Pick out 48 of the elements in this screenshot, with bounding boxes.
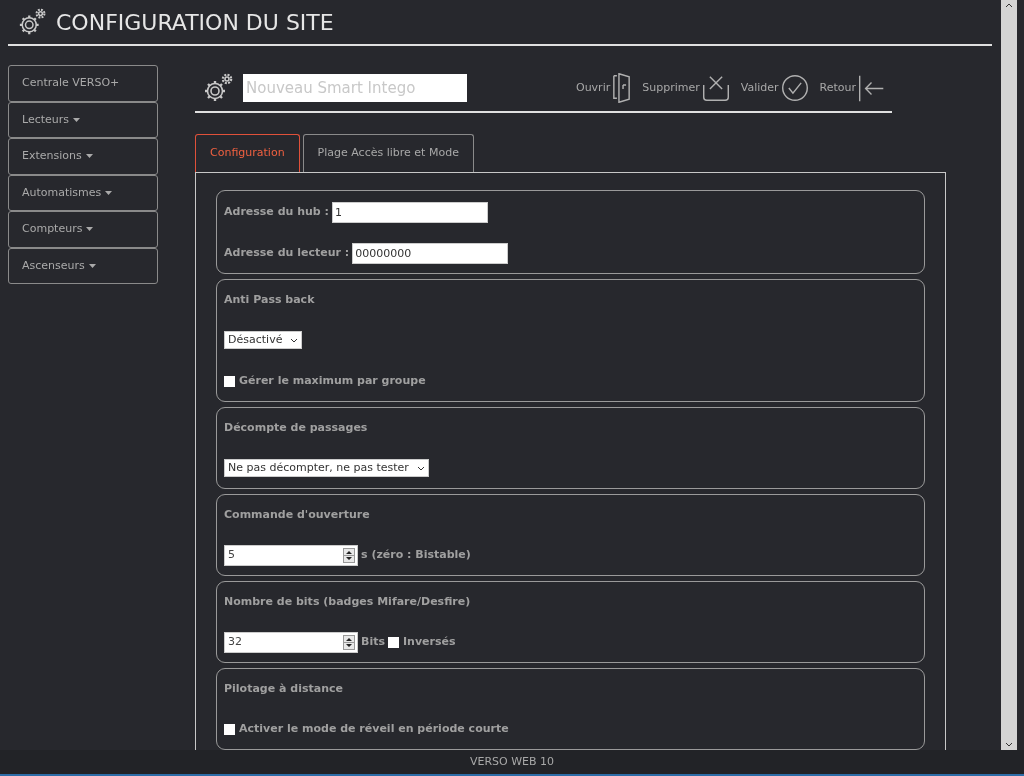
checkbox-label: Inversés — [402, 633, 456, 650]
spinner-icon — [343, 547, 355, 563]
dropdown[interactable]: Ne pas décompter, ne pas tester — [224, 459, 429, 477]
sidebar-item[interactable]: Ascenseurs — [8, 247, 158, 284]
input-field[interactable]: 1 — [331, 201, 488, 223]
toolbar-button[interactable]: Ouvrir — [575, 73, 631, 103]
delete-icon — [702, 75, 729, 101]
number-field[interactable]: 5 — [224, 544, 358, 566]
toolbar-button[interactable]: Retour — [819, 74, 884, 102]
checkbox[interactable] — [224, 375, 235, 387]
sidebar-item[interactable]: Automatismes — [8, 174, 158, 211]
number-field[interactable]: 32 — [224, 631, 358, 653]
chevron-down-icon — [290, 337, 299, 343]
spinner-icon — [343, 634, 355, 650]
dropdown[interactable]: Désactivé — [224, 331, 303, 349]
toolbar-button[interactable]: Supprimer — [642, 75, 729, 101]
page-title: CONFIGURATION DU SITE — [56, 8, 334, 37]
toolbar-button[interactable]: Valider — [740, 75, 808, 101]
section-title: Pilotage à distance — [224, 680, 344, 697]
input-field[interactable]: 00000000 — [352, 242, 509, 264]
field-label: s (zéro : Bistable) — [361, 546, 471, 563]
checkbox[interactable] — [224, 723, 235, 735]
sidebar-item[interactable]: Centrale VERSO+ — [8, 65, 158, 102]
scrollbar[interactable] — [1001, 0, 1017, 750]
sidebar-item[interactable]: Compteurs — [8, 211, 158, 248]
field-label: Bits — [361, 633, 385, 650]
tab[interactable]: Configuration — [195, 134, 300, 172]
field-label: Adresse du lecteur : — [224, 244, 350, 261]
section-title: Commande d'ouverture — [224, 506, 371, 523]
back-arrow-icon — [859, 74, 884, 102]
field-label: Adresse du hub : — [224, 203, 329, 220]
gears-icon — [203, 72, 235, 104]
tab[interactable]: Plage Accès libre et Mode — [302, 134, 474, 172]
sidebar-item[interactable]: Lecteurs — [8, 101, 158, 138]
chevron-down-icon — [1005, 742, 1013, 748]
section-title: Nombre de bits (badges Mifare/Desfire) — [224, 593, 472, 610]
chevron-down-icon — [416, 465, 425, 471]
check-circle-icon — [781, 75, 808, 101]
checkbox-label: Gérer le maximum par groupe — [239, 372, 426, 389]
door-icon — [613, 73, 631, 103]
gears-icon — [18, 7, 48, 37]
checkbox[interactable] — [387, 636, 399, 648]
section-title: Anti Pass back — [224, 291, 316, 308]
checkbox-label: Activer le mode de réveil en période courte — [239, 720, 509, 737]
section-title: Décompte de passages — [224, 419, 369, 436]
footer-text: VERSO WEB 10 — [469, 753, 555, 770]
sidebar-item[interactable]: Extensions — [8, 138, 158, 175]
chevron-up-icon — [1005, 2, 1013, 8]
